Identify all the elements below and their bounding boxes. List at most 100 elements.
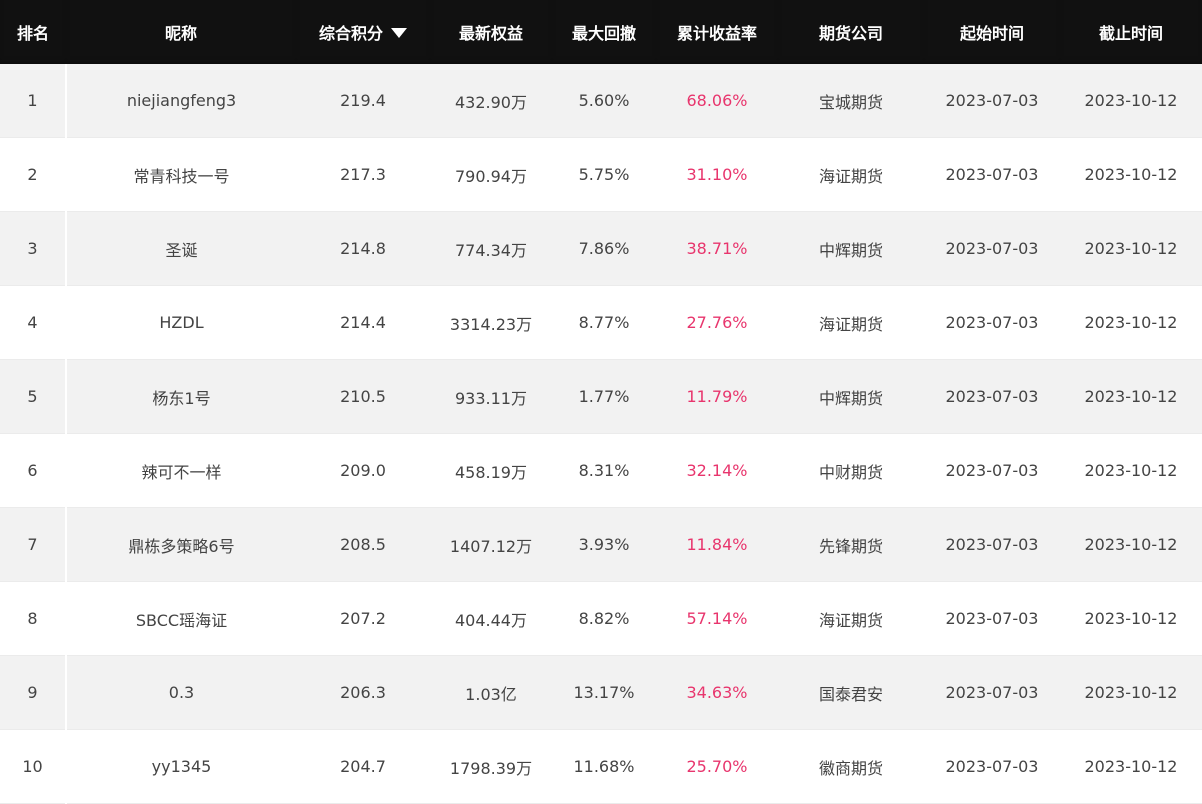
cell-equity: 774.34万	[430, 211, 552, 286]
header-equity: 最新权益	[430, 0, 552, 64]
cell-nickname: HZDL	[66, 285, 296, 360]
cell-nickname: 杨东1号	[66, 359, 296, 434]
cell-end-date: 2023-10-12	[1060, 507, 1202, 582]
cell-equity: 1798.39万	[430, 729, 552, 804]
cell-nickname: 0.3	[66, 655, 296, 730]
table-row: 8 SBCC瑶海证 207.2 404.44万 8.82% 57.14% 海证期…	[0, 581, 1202, 656]
cell-end-date: 2023-10-12	[1060, 581, 1202, 656]
cell-equity: 933.11万	[430, 359, 552, 434]
header-score-sort[interactable]: 综合积分	[296, 0, 430, 64]
cell-score: 209.0	[296, 433, 430, 508]
cell-end-date: 2023-10-12	[1060, 729, 1202, 804]
cell-score: 206.3	[296, 655, 430, 730]
cell-start-date: 2023-07-03	[924, 433, 1060, 508]
triangle-down-icon	[391, 27, 407, 38]
table-row: 9 0.3 206.3 1.03亿 13.17% 34.63% 国泰君安 202…	[0, 655, 1202, 730]
cell-drawdown: 3.93%	[552, 507, 656, 582]
table-row: 1 niejiangfeng3 219.4 432.90万 5.60% 68.0…	[0, 64, 1202, 138]
cell-return: 11.79%	[656, 359, 778, 434]
cell-end-date: 2023-10-12	[1060, 137, 1202, 212]
table-row: 5 杨东1号 210.5 933.11万 1.77% 11.79% 中辉期货 2…	[0, 359, 1202, 434]
cell-rank: 7	[0, 507, 67, 582]
cell-company: 中财期货	[778, 433, 924, 508]
header-row: 排名 昵称 综合积分 最新权益 最大回撤 累计收益率 期货公司 起始时间 截止时…	[0, 0, 1202, 64]
header-company: 期货公司	[778, 0, 924, 64]
cell-company: 宝城期货	[778, 64, 924, 138]
cell-rank: 9	[0, 655, 67, 730]
cell-company: 海证期货	[778, 285, 924, 360]
cell-equity: 790.94万	[430, 137, 552, 212]
cell-nickname: yy1345	[66, 729, 296, 804]
cell-start-date: 2023-07-03	[924, 655, 1060, 730]
header-drawdown: 最大回撤	[552, 0, 656, 64]
cell-rank: 4	[0, 285, 67, 360]
cell-end-date: 2023-10-12	[1060, 655, 1202, 730]
cell-drawdown: 13.17%	[552, 655, 656, 730]
cell-return: 32.14%	[656, 433, 778, 508]
cell-start-date: 2023-07-03	[924, 581, 1060, 656]
cell-company: 国泰君安	[778, 655, 924, 730]
cell-drawdown: 8.77%	[552, 285, 656, 360]
cell-score: 217.3	[296, 137, 430, 212]
cell-start-date: 2023-07-03	[924, 64, 1060, 138]
cell-end-date: 2023-10-12	[1060, 359, 1202, 434]
cell-rank: 2	[0, 137, 67, 212]
cell-end-date: 2023-10-12	[1060, 285, 1202, 360]
cell-company: 海证期货	[778, 137, 924, 212]
cell-return: 31.10%	[656, 137, 778, 212]
cell-return: 68.06%	[656, 64, 778, 138]
cell-return: 27.76%	[656, 285, 778, 360]
cell-score: 204.7	[296, 729, 430, 804]
cell-nickname: 辣可不一样	[66, 433, 296, 508]
cell-company: 先锋期货	[778, 507, 924, 582]
cell-company: 海证期货	[778, 581, 924, 656]
cell-drawdown: 11.68%	[552, 729, 656, 804]
cell-start-date: 2023-07-03	[924, 285, 1060, 360]
cell-drawdown: 8.31%	[552, 433, 656, 508]
header-end: 截止时间	[1060, 0, 1202, 64]
table-row: 4 HZDL 214.4 3314.23万 8.77% 27.76% 海证期货 …	[0, 285, 1202, 360]
cell-nickname: 常青科技一号	[66, 137, 296, 212]
cell-rank: 8	[0, 581, 67, 656]
header-nickname: 昵称	[66, 0, 296, 64]
cell-start-date: 2023-07-03	[924, 137, 1060, 212]
cell-return: 38.71%	[656, 211, 778, 286]
header-start: 起始时间	[924, 0, 1060, 64]
cell-company: 中辉期货	[778, 359, 924, 434]
cell-nickname: 圣诞	[66, 211, 296, 286]
cell-equity: 458.19万	[430, 433, 552, 508]
cell-start-date: 2023-07-03	[924, 211, 1060, 286]
cell-drawdown: 5.75%	[552, 137, 656, 212]
header-return: 累计收益率	[656, 0, 778, 64]
cell-nickname: niejiangfeng3	[66, 64, 296, 138]
table-row: 7 鼎栋多策略6号 208.5 1407.12万 3.93% 11.84% 先锋…	[0, 507, 1202, 582]
cell-nickname: 鼎栋多策略6号	[66, 507, 296, 582]
table-header: 排名 昵称 综合积分 最新权益 最大回撤 累计收益率 期货公司 起始时间 截止时…	[0, 0, 1202, 64]
cell-score: 208.5	[296, 507, 430, 582]
cell-equity: 432.90万	[430, 64, 552, 138]
cell-start-date: 2023-07-03	[924, 729, 1060, 804]
cell-rank: 1	[0, 64, 67, 138]
cell-score: 219.4	[296, 64, 430, 138]
cell-score: 214.8	[296, 211, 430, 286]
cell-rank: 3	[0, 211, 67, 286]
cell-score: 214.4	[296, 285, 430, 360]
table-row: 2 常青科技一号 217.3 790.94万 5.75% 31.10% 海证期货…	[0, 137, 1202, 212]
cell-equity: 404.44万	[430, 581, 552, 656]
ranking-table: 排名 昵称 综合积分 最新权益 最大回撤 累计收益率 期货公司 起始时间 截止时…	[0, 0, 1202, 804]
table-body: 1 niejiangfeng3 219.4 432.90万 5.60% 68.0…	[0, 64, 1202, 804]
table-row: 6 辣可不一样 209.0 458.19万 8.31% 32.14% 中财期货 …	[0, 433, 1202, 508]
cell-drawdown: 8.82%	[552, 581, 656, 656]
cell-rank: 10	[0, 729, 67, 804]
table-row: 3 圣诞 214.8 774.34万 7.86% 38.71% 中辉期货 202…	[0, 211, 1202, 286]
header-score-label: 综合积分	[318, 24, 383, 43]
cell-start-date: 2023-07-03	[924, 507, 1060, 582]
cell-score: 210.5	[296, 359, 430, 434]
cell-return: 57.14%	[656, 581, 778, 656]
cell-equity: 1.03亿	[430, 655, 552, 730]
header-rank: 排名	[0, 0, 66, 64]
cell-start-date: 2023-07-03	[924, 359, 1060, 434]
cell-return: 34.63%	[656, 655, 778, 730]
cell-end-date: 2023-10-12	[1060, 211, 1202, 286]
cell-equity: 1407.12万	[430, 507, 552, 582]
